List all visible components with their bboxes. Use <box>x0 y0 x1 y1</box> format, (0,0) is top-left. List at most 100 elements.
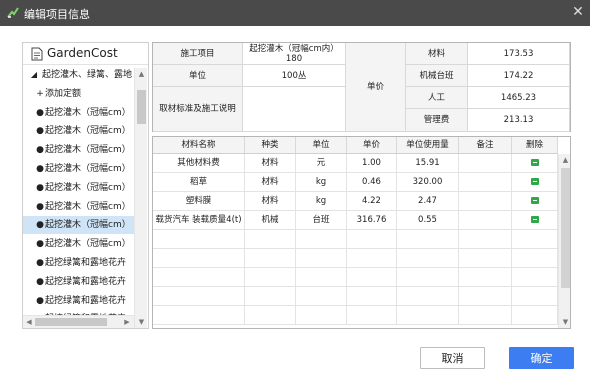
project-info-grid: 施工项目 起挖灌木（冠幅cm内）180 单位 100丛 取材标准及施工说明 单价… <box>152 42 571 132</box>
table-cell[interactable]: 其他材料费 <box>153 154 245 173</box>
tree-item[interactable]: ● 起挖灌木（冠幅cm） <box>23 104 134 122</box>
table-cell[interactable]: 台班 <box>296 211 347 230</box>
table-cell[interactable]: 载货汽车 装载质量4(t) <box>153 211 245 230</box>
tree-item[interactable]: ● 起挖灌木（冠幅cm） <box>23 235 134 253</box>
confirm-button[interactable]: 确定 <box>509 347 574 369</box>
table-cell[interactable]: 320.00 <box>397 173 459 192</box>
category-tree: GardenCost ◢ 起挖灌木、绿篱、露地 + 添加定额 ● 起挖灌木（冠幅cm） ● 起… <box>22 42 149 329</box>
tree-item[interactable]: ● 起挖灌木（冠幅cm） <box>23 141 134 159</box>
tree-item[interactable]: ●起挖绿篱和露地花卉 <box>23 292 134 310</box>
empty-cell <box>153 287 245 306</box>
table-cell[interactable] <box>459 211 512 230</box>
table-cell[interactable]: kg <box>296 192 347 211</box>
tree-horizontal-scrollbar[interactable]: ◀ ▶ <box>23 315 134 328</box>
table-cell[interactable]: 316.76 <box>347 211 397 230</box>
close-icon[interactable]: ✕ <box>571 4 585 20</box>
column-header[interactable]: 删除 <box>512 137 558 154</box>
table-cell[interactable]: 元 <box>296 154 347 173</box>
column-header[interactable]: 备注 <box>459 137 512 154</box>
tree-root[interactable]: GardenCost <box>23 43 148 65</box>
column-header[interactable]: 种类 <box>245 137 296 154</box>
table-cell[interactable]: 2.47 <box>397 192 459 211</box>
bullet-icon: ● <box>36 182 44 193</box>
table-cell[interactable] <box>459 154 512 173</box>
empty-cell <box>397 249 459 268</box>
table-cell[interactable]: kg <box>296 173 347 192</box>
table-cell[interactable]: 机械 <box>245 211 296 230</box>
bullet-icon: ● <box>36 220 44 231</box>
cost-value: 1465.23 <box>468 87 570 109</box>
cost-value: 174.22 <box>468 65 570 87</box>
scroll-left-icon[interactable]: ◀ <box>23 316 35 328</box>
scroll-thumb[interactable] <box>35 318 107 326</box>
cancel-button[interactable]: 取消 <box>420 347 485 369</box>
table-cell[interactable]: 0.46 <box>347 173 397 192</box>
add-quota-item[interactable]: + 添加定额 <box>23 85 134 103</box>
table-cell[interactable]: 15.91 <box>397 154 459 173</box>
expand-arrow-icon: ◢ <box>30 70 38 79</box>
table-cell[interactable]: 塑料膜 <box>153 192 245 211</box>
column-header[interactable]: 单价 <box>347 137 397 154</box>
cost-value: 173.53 <box>468 43 570 65</box>
delete-row-icon[interactable] <box>530 178 539 185</box>
empty-cell <box>397 287 459 306</box>
table-cell[interactable]: 材料 <box>245 192 296 211</box>
column-header[interactable]: 单位 <box>296 137 347 154</box>
table-cell[interactable]: 稻草 <box>153 173 245 192</box>
table-cell[interactable]: 1.00 <box>347 154 397 173</box>
empty-cell <box>347 287 397 306</box>
tree-item[interactable]: ● 起挖灌木（冠幅cm） <box>23 122 134 140</box>
materials-vertical-scrollbar[interactable]: ▲ ▼ <box>558 154 570 328</box>
table-cell[interactable]: 材料 <box>245 173 296 192</box>
project-label: 施工项目 <box>153 43 243 65</box>
tree-item[interactable]: ● 起挖灌木（冠幅cm） <box>23 179 134 197</box>
description-value[interactable] <box>243 87 346 132</box>
tree-vertical-scrollbar[interactable]: ▲ ▼ <box>134 68 147 328</box>
tree-item[interactable]: ● 起挖灌木（冠幅cm） <box>23 160 134 178</box>
tree-item[interactable]: ●起挖绿篱和露地花卉 <box>23 273 134 291</box>
empty-cell <box>296 287 347 306</box>
table-cell[interactable]: 材料 <box>245 154 296 173</box>
unit-value[interactable]: 100丛 <box>243 65 346 87</box>
cost-value: 213.13 <box>468 109 570 132</box>
tree-item-label: 起挖灌木（冠幅cm） <box>45 182 131 193</box>
title-bar: 编辑项目信息 ✕ <box>0 0 590 26</box>
empty-cell <box>245 287 296 306</box>
column-header[interactable]: 材料名称 <box>153 137 245 154</box>
scroll-down-icon[interactable]: ▼ <box>135 316 148 328</box>
bullet-icon: ● <box>36 258 44 268</box>
tree-item-label: 起挖灌木（冠幅cm） <box>45 220 131 231</box>
empty-cell <box>512 268 558 287</box>
delete-row-icon[interactable] <box>530 159 539 166</box>
delete-row-icon[interactable] <box>530 197 539 204</box>
scroll-thumb[interactable] <box>137 90 146 124</box>
column-header[interactable]: 单位使用量 <box>397 137 459 154</box>
empty-cell <box>245 268 296 287</box>
cost-label: 人工 <box>406 87 468 109</box>
tree-item-label: 起挖绿篱和露地花卉 <box>45 276 127 287</box>
tree-item[interactable]: ●起挖绿篱和露地花卉 <box>23 254 134 272</box>
tree-item-label: 起挖灌木（冠幅cm） <box>45 126 131 137</box>
table-cell[interactable]: 4.22 <box>347 192 397 211</box>
scroll-right-icon[interactable]: ▶ <box>121 316 133 328</box>
table-cell[interactable] <box>459 192 512 211</box>
cost-label: 管理费 <box>406 109 468 132</box>
empty-cell <box>296 230 347 249</box>
empty-cell <box>397 268 459 287</box>
delete-row-icon[interactable] <box>530 216 539 223</box>
project-value[interactable]: 起挖灌木（冠幅cm内）180 <box>243 43 346 65</box>
table-cell[interactable]: 0.55 <box>397 211 459 230</box>
tree-item-label: 起挖灌木（冠幅cm） <box>45 145 131 156</box>
tree-item-label: 添加定额 <box>45 88 82 99</box>
scroll-up-icon[interactable]: ▲ <box>559 154 570 166</box>
bullet-icon: ● <box>36 276 44 287</box>
tree-item[interactable]: ● 起挖灌木（冠幅cm） <box>23 216 134 235</box>
scroll-thumb[interactable] <box>561 168 570 288</box>
table-cell[interactable] <box>459 173 512 192</box>
bullet-icon: ● <box>36 295 44 306</box>
bullet-icon: ● <box>36 126 44 137</box>
scroll-down-icon[interactable]: ▼ <box>559 316 570 328</box>
tree-group[interactable]: ◢ 起挖灌木、绿篱、露地 <box>23 66 134 84</box>
tree-item[interactable]: ● 起挖灌木（冠幅cm） <box>23 198 134 216</box>
scroll-up-icon[interactable]: ▲ <box>135 68 148 80</box>
